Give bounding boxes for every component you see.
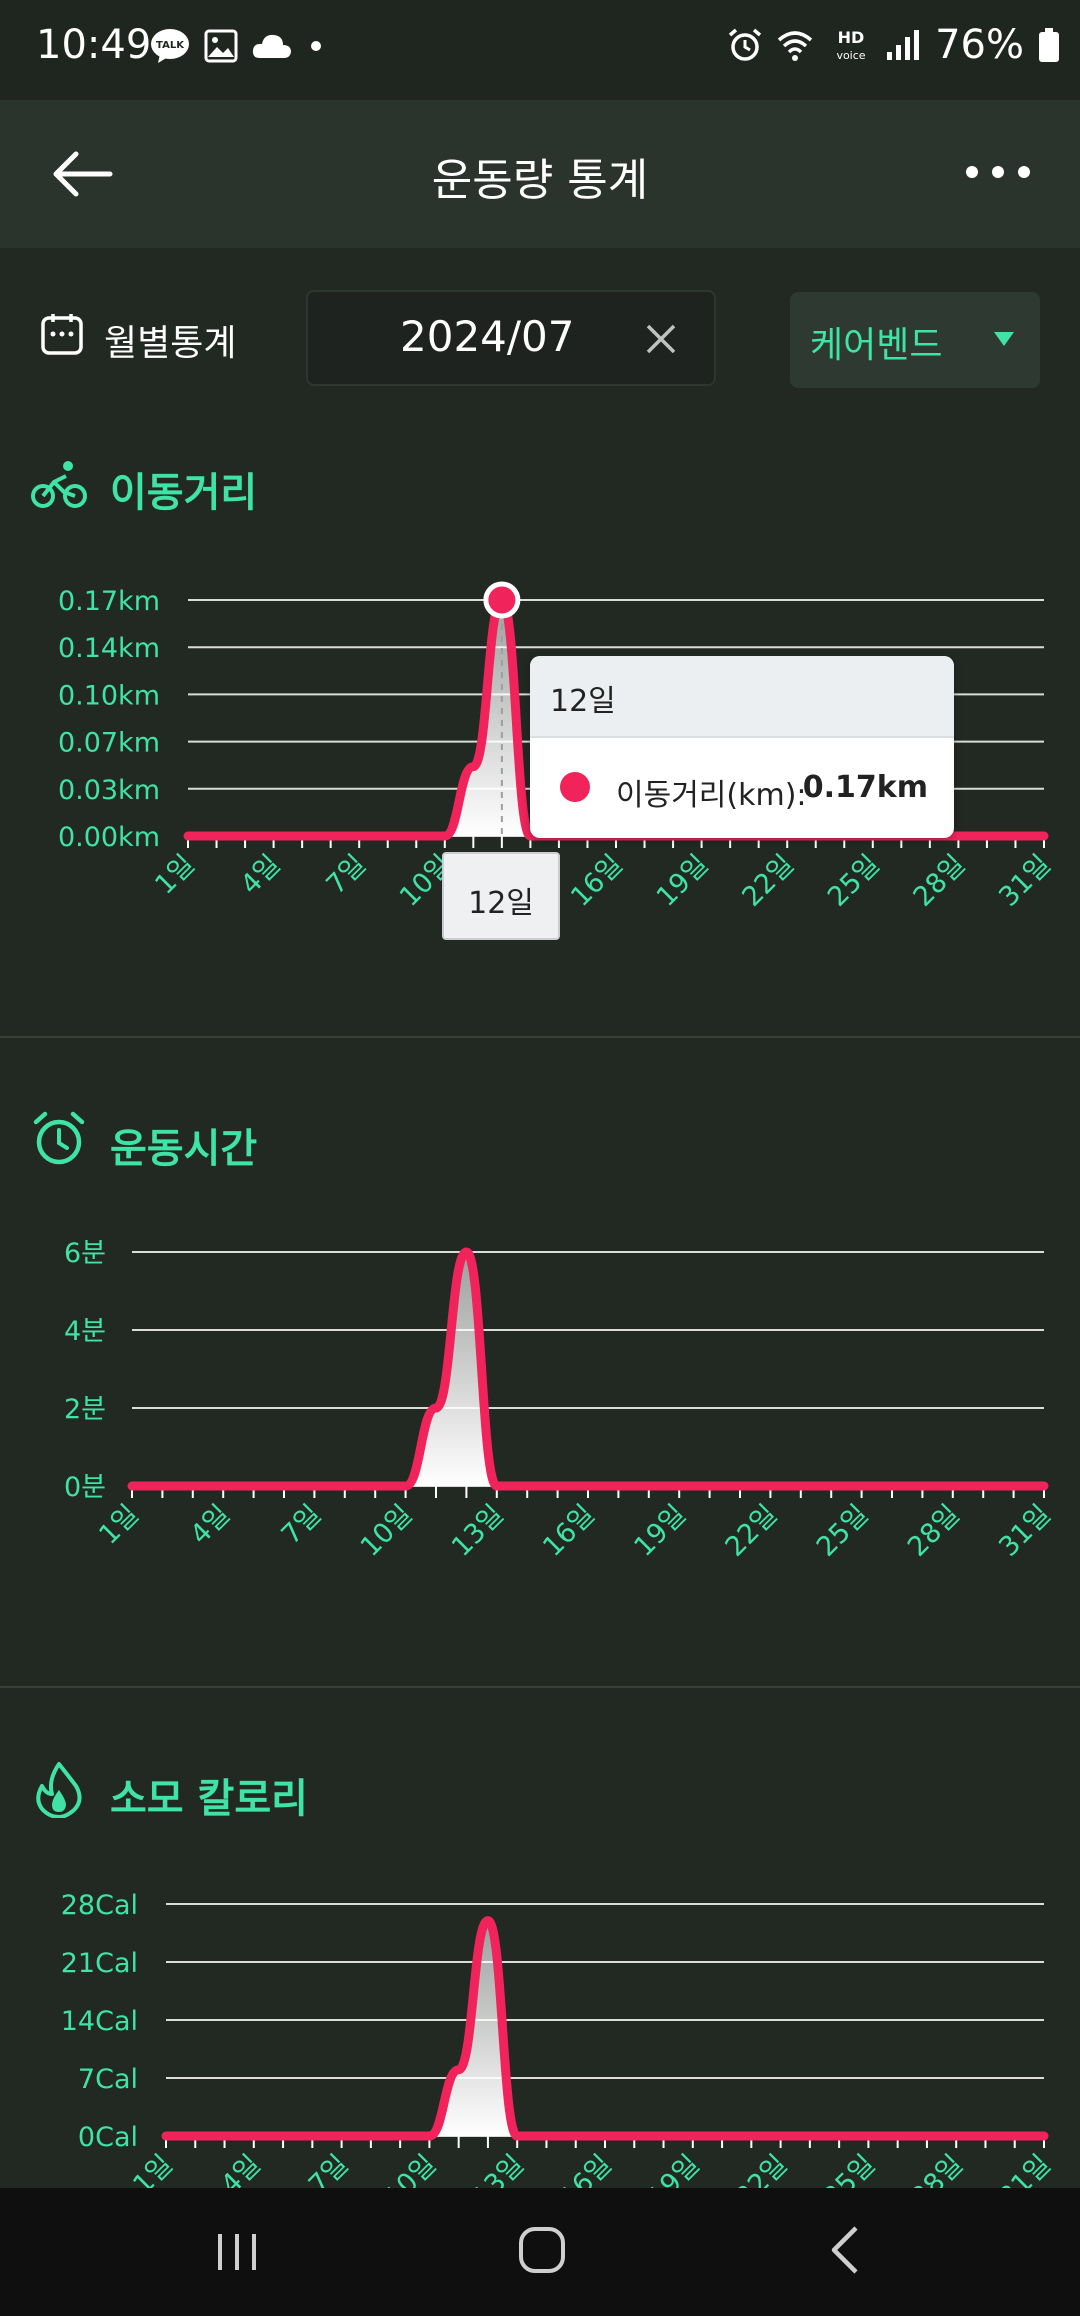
x-tick-label: 25일 <box>822 849 886 913</box>
x-tick-label: 28일 <box>902 1499 966 1563</box>
distance-section-title: 이동거리 <box>110 470 258 516</box>
series-line <box>161 1916 1049 2141</box>
bicycle-icon <box>31 461 87 508</box>
y-tick-label: 0.07km <box>58 728 160 759</box>
x-tick-label: 16일 <box>565 849 629 913</box>
calendar-icon <box>41 314 83 355</box>
y-tick-label: 2분 <box>64 1394 106 1425</box>
period-label[interactable]: 월별통계 <box>104 314 236 366</box>
date-value: 2024/07 <box>400 312 575 361</box>
y-tick-label: 6분 <box>64 1238 106 1269</box>
highlighted-point <box>483 581 521 619</box>
axis-pointer-text: 12일 <box>468 886 534 921</box>
hd-voice-icon: HD voice <box>837 28 866 62</box>
talk-icon-label: TALK <box>156 40 185 51</box>
series-area <box>132 1252 1044 1486</box>
date-field[interactable]: 2024/07 <box>306 290 716 386</box>
system-nav-bar <box>0 2188 1080 2316</box>
tooltip-value: 0.17km <box>802 770 928 805</box>
gallery-icon <box>204 29 238 63</box>
y-tick-label: 4분 <box>64 1316 106 1347</box>
y-tick-label: 0Cal <box>78 2122 138 2153</box>
calories-chart[interactable]: 0Cal7Cal14Cal21Cal28Cal1일 4일 7일 10일 13일 16일 19… <box>0 1870 1080 2200</box>
y-tick-label: 0.00km <box>58 822 160 853</box>
chart-tooltip: 12일 이동거리(km): 0.17km <box>530 656 954 838</box>
alarm-icon <box>728 28 762 61</box>
x-tick-label: 31일 <box>993 849 1057 913</box>
y-tick-label: 0.17km <box>58 586 160 617</box>
dot-icon <box>311 41 321 51</box>
section-divider <box>0 1686 1080 1688</box>
page-title: 운동량 통계 <box>431 155 649 206</box>
flame-icon <box>36 1762 82 1818</box>
filter-row: 월별통계 2024/07 케어벤드 <box>0 290 1080 390</box>
cloud-icon <box>252 34 291 58</box>
x-tick-label: 19일 <box>651 849 715 913</box>
talk-icon: TALK <box>151 29 189 63</box>
y-tick-label: 14Cal <box>61 2006 138 2037</box>
x-tick-label: 4일 <box>235 849 287 901</box>
time-chart[interactable]: 0분 2분 4분 6분 1일 4일 7일 10일 13일 16일 19일 22일 25일 28일 31일 <box>0 1220 1080 1620</box>
y-tick-label: 28Cal <box>61 1890 138 1921</box>
device-label: 케어벤드 <box>810 325 943 366</box>
x-tick-label: 19일 <box>628 1499 692 1563</box>
more-horizontal-icon[interactable] <box>966 166 1030 178</box>
series-line <box>127 1247 1049 1491</box>
tooltip-series-label: 이동거리(km): <box>616 778 807 813</box>
series-area <box>166 1920 1044 2136</box>
back-icon[interactable] <box>826 2224 866 2276</box>
app-bar: 운동량 통계 <box>0 100 1080 248</box>
y-tick-label: 0분 <box>64 1472 106 1503</box>
wifi-icon <box>777 31 813 61</box>
signal-icon <box>887 30 920 60</box>
x-tick-label: 25일 <box>811 1499 875 1563</box>
recents-icon[interactable] <box>212 2228 262 2276</box>
y-tick-label: 7Cal <box>78 2064 138 2095</box>
y-tick-label: 21Cal <box>61 1948 138 1979</box>
status-bar: 10:49 TALK HD voice 76% <box>0 0 1080 100</box>
x-tick-label: 7일 <box>321 849 373 901</box>
x-tick-label: 16일 <box>537 1499 601 1563</box>
calories-section-title: 소모 칼로리 <box>110 1776 308 1822</box>
x-tick-label: 22일 <box>720 1499 784 1563</box>
x-tick-label: 1일 <box>149 849 201 901</box>
home-icon[interactable] <box>516 2224 568 2276</box>
section-divider <box>0 1036 1080 1038</box>
x-tick-label: 7일 <box>276 1499 328 1551</box>
axis-pointer-label: 12일 <box>442 852 560 940</box>
x-tick-label: 4일 <box>185 1499 237 1551</box>
x-tick-label: 13일 <box>446 1499 510 1563</box>
caret-down-icon <box>994 332 1014 346</box>
battery-percent: 76% <box>935 22 1024 68</box>
close-icon[interactable] <box>644 322 678 356</box>
alarm-clock-icon <box>33 1111 85 1165</box>
y-tick-label: 0.10km <box>58 680 160 711</box>
time-section-title: 운동시간 <box>110 1126 258 1172</box>
y-tick-label: 0.14km <box>58 633 160 664</box>
status-time: 10:49 <box>36 22 152 68</box>
y-tick-label: 0.03km <box>58 775 160 806</box>
x-tick-label: 10일 <box>355 1499 419 1563</box>
device-select[interactable]: 케어벤드 <box>790 292 1040 388</box>
x-tick-label: 1일 <box>93 1499 145 1551</box>
voice-label: voice <box>837 49 866 62</box>
x-tick-label: 28일 <box>908 849 972 913</box>
battery-icon <box>1039 28 1059 62</box>
tooltip-header: 12일 <box>550 684 616 719</box>
hd-label: HD <box>838 28 865 47</box>
tooltip-series-dot <box>560 772 590 802</box>
x-tick-label: 22일 <box>736 849 800 913</box>
x-tick-label: 31일 <box>993 1499 1057 1563</box>
